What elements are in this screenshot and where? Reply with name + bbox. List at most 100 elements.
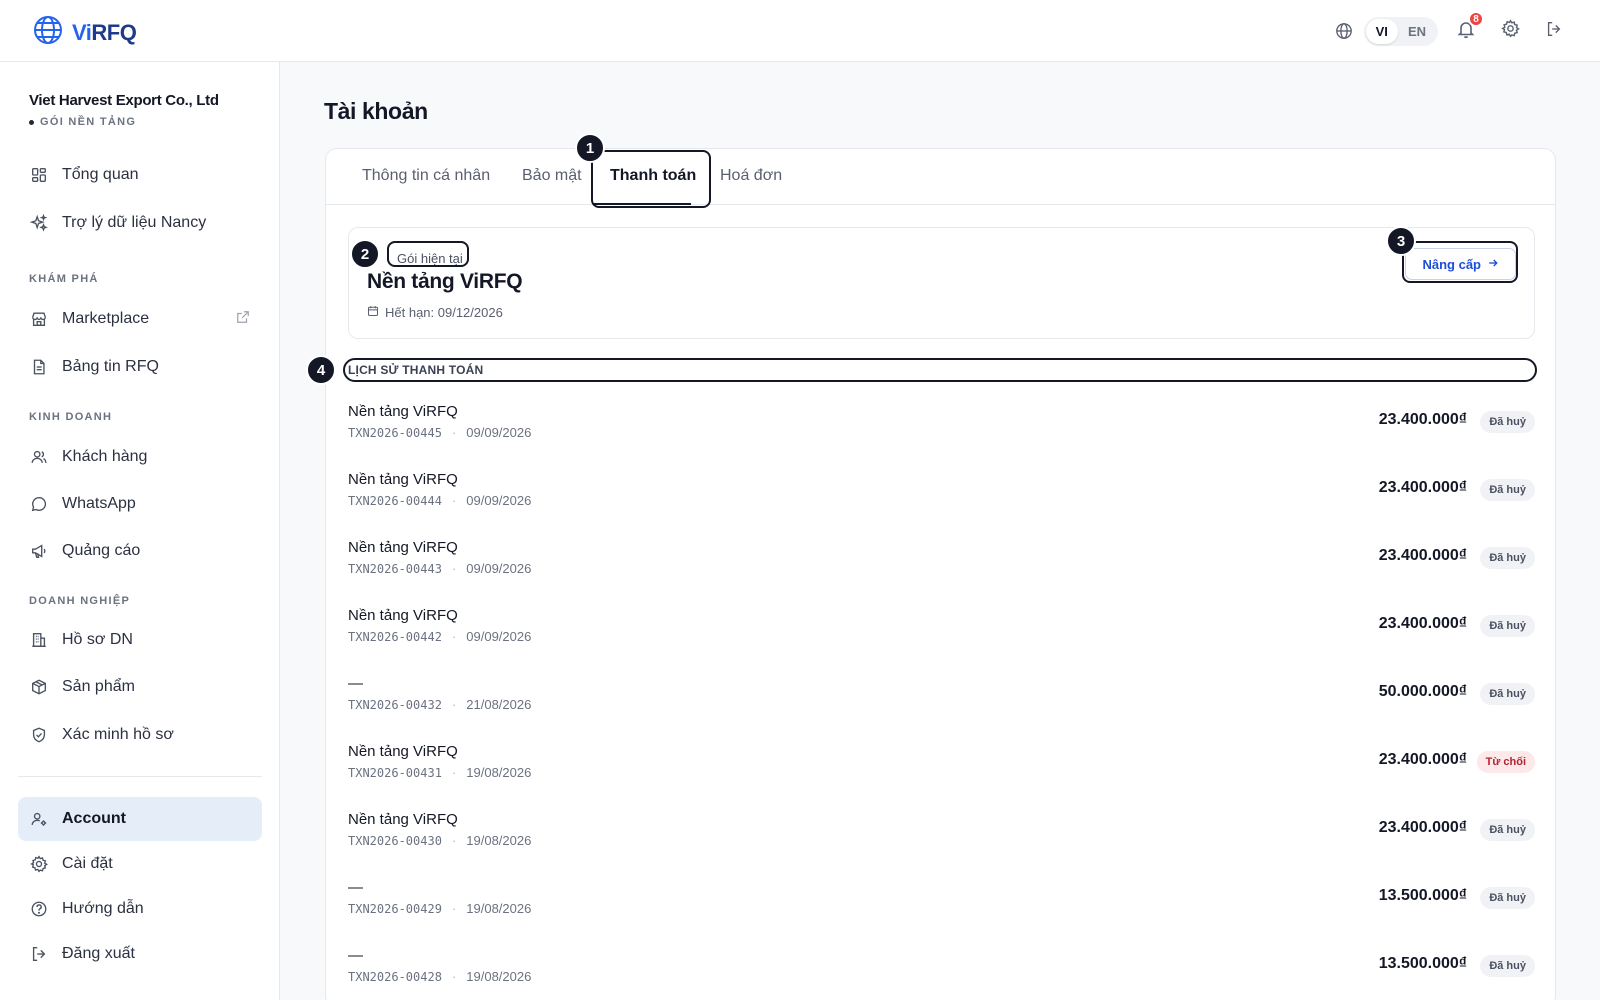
transaction-id: TXN2026-00444 [348, 493, 442, 508]
gear-icon [1500, 19, 1520, 43]
sidebar-item-label: Khách hàng [62, 448, 148, 465]
transaction-id: TXN2026-00445 [348, 425, 442, 440]
logo-text: ViRFQ [72, 19, 137, 45]
transaction-row[interactable]: — TXN2026-00432 · 21/08/2026 50.000.000₫ Đã h… [348, 675, 1535, 741]
section-label-business: KINH DOANH [29, 411, 113, 423]
sidebar-item-overview[interactable]: Tổng quan [18, 153, 262, 197]
tab-payment[interactable]: Thanh toán [610, 167, 696, 185]
transaction-row[interactable]: Nền tảng ViRFQ TXN2026-00443 · 09/09/2026 23… [348, 539, 1535, 605]
transaction-date: 21/08/2026 [466, 697, 532, 712]
separator-dot: · [451, 425, 457, 440]
transaction-row[interactable]: Nền tảng ViRFQ TXN2026-00431 · 19/08/2026 23… [348, 743, 1535, 809]
page-title: Tài khoản [324, 98, 428, 124]
transaction-id: TXN2026-00430 [348, 833, 442, 848]
sidebar-item-label: Marketplace [62, 310, 150, 327]
separator-dot: · [451, 561, 457, 576]
tab-security[interactable]: Bảo mật [522, 167, 582, 185]
transaction-date: 09/09/2026 [466, 493, 532, 508]
transaction-title: — [348, 879, 363, 896]
users-icon [29, 447, 49, 467]
sidebar-item-guide[interactable]: Hướng dẫn [18, 887, 262, 931]
notification-badge: 8 [1468, 11, 1484, 27]
transaction-amount: 23.400.000₫ [1378, 819, 1467, 836]
sidebar-item-marketplace[interactable]: Marketplace [18, 297, 262, 341]
transaction-id: TXN2026-00432 [348, 697, 442, 712]
status-badge: Đã huỷ [1480, 547, 1535, 569]
separator-dot: · [451, 969, 457, 984]
sidebar-item-ads[interactable]: Quảng cáo [18, 529, 262, 573]
plan-expiry: Hết hạn: 09/12/2026 [367, 305, 503, 320]
status-badge: Đã huỷ [1480, 955, 1535, 977]
transaction-date: 09/09/2026 [466, 629, 532, 644]
sidebar-item-rfq-board[interactable]: Bảng tin RFQ [18, 345, 262, 389]
payment-history-label: LỊCH SỬ THANH TOÁN [348, 363, 484, 377]
user-settings-icon [29, 809, 49, 829]
transaction-title: — [348, 947, 363, 964]
separator-dot: · [451, 833, 457, 848]
transaction-title: Nền tảng ViRFQ [348, 403, 458, 420]
sidebar-item-label: Hướng dẫn [62, 900, 144, 917]
transaction-row[interactable]: Nền tảng ViRFQ TXN2026-00442 · 09/09/2026 23… [348, 607, 1535, 673]
transaction-row[interactable]: Nền tảng ViRFQ TXN2026-00444 · 09/09/2026 23… [348, 471, 1535, 537]
annotation-marker-2: 2 [350, 239, 380, 269]
transaction-row[interactable]: — TXN2026-00428 · 19/08/2026 13.500.000₫ Đã h… [348, 947, 1535, 1000]
transaction-title: Nền tảng ViRFQ [348, 811, 458, 828]
plan-name: Nền tảng ViRFQ [367, 270, 523, 293]
separator-dot: · [451, 765, 457, 780]
transaction-date: 19/08/2026 [466, 765, 532, 780]
sidebar: Viet Harvest Export Co., Ltd GÓI NỀN TẢN… [0, 62, 280, 1000]
transaction-title: Nền tảng ViRFQ [348, 607, 458, 624]
separator-dot: · [451, 493, 457, 508]
annotation-marker-4: 4 [306, 355, 336, 385]
logo[interactable]: ViRFQ [32, 14, 137, 51]
separator-dot: · [451, 629, 457, 644]
help-circle-icon [29, 899, 49, 919]
upgrade-button[interactable]: Nâng cấp [1405, 248, 1516, 280]
sidebar-item-logout[interactable]: Đăng xuất [18, 932, 262, 976]
settings-button[interactable] [1494, 15, 1526, 47]
language-option-en[interactable]: EN [1398, 19, 1436, 44]
sidebar-item-products[interactable]: Sản phẩm [18, 665, 262, 709]
sidebar-item-whatsapp[interactable]: WhatsApp [18, 482, 262, 526]
notification-button[interactable]: 8 [1450, 11, 1484, 47]
transaction-row[interactable]: Nền tảng ViRFQ TXN2026-00430 · 19/08/2026 23… [348, 811, 1535, 877]
transaction-amount: 23.400.000₫ [1378, 751, 1467, 768]
language-option-vi[interactable]: VI [1365, 18, 1398, 44]
transaction-id: TXN2026-00429 [348, 901, 442, 916]
sidebar-item-account[interactable]: Account [18, 797, 262, 841]
tab-invoices[interactable]: Hoá đơn [720, 167, 782, 185]
transaction-row[interactable]: — TXN2026-00429 · 19/08/2026 13.500.000₫ Đã h… [348, 879, 1535, 945]
sidebar-item-label: Trợ lý dữ liệu Nancy [62, 214, 207, 231]
top-bar: ViRFQ VI EN 8 [0, 0, 1600, 62]
company-plan: GÓI NỀN TẢNG [29, 116, 219, 128]
sidebar-item-company-profile[interactable]: Hồ sơ DN [18, 618, 262, 662]
separator-dot: · [451, 697, 457, 712]
building-icon [29, 630, 49, 650]
transaction-amount: 13.500.000₫ [1378, 887, 1467, 904]
tab-personal-info[interactable]: Thông tin cá nhân [362, 167, 490, 185]
sidebar-item-verify[interactable]: Xác minh hồ sơ [18, 713, 262, 757]
account-card: Thông tin cá nhân Bảo mật Thanh toán Hoá… [325, 148, 1556, 1000]
sidebar-item-label: Cài đặt [62, 855, 113, 872]
sidebar-item-nancy[interactable]: Trợ lý dữ liệu Nancy [18, 201, 262, 245]
megaphone-icon [29, 541, 49, 561]
transaction-id: TXN2026-00442 [348, 629, 442, 644]
transaction-amount: 23.400.000₫ [1378, 547, 1467, 564]
separator-dot: · [451, 901, 457, 916]
sidebar-item-label: Sản phẩm [62, 678, 135, 695]
sidebar-item-customers[interactable]: Khách hàng [18, 435, 262, 479]
transaction-amount: 50.000.000₫ [1378, 683, 1467, 700]
arrow-right-icon [1487, 257, 1499, 272]
annotation-marker-1: 1 [575, 133, 605, 163]
transaction-meta: TXN2026-00428 · 19/08/2026 [348, 969, 531, 984]
logout-icon [29, 944, 49, 964]
logout-button[interactable] [1538, 15, 1570, 47]
transaction-title: — [348, 675, 363, 692]
transaction-date: 19/08/2026 [466, 969, 532, 984]
transaction-row[interactable]: Nền tảng ViRFQ TXN2026-00445 · 09/09/2026 23… [348, 403, 1535, 469]
external-link-icon [236, 310, 250, 329]
current-plan-box: Gói hiện tại Nền tảng ViRFQ Hết hạn: 09/… [348, 227, 1535, 339]
globe-logo-icon [32, 14, 64, 51]
sidebar-item-settings[interactable]: Cài đặt [18, 842, 262, 886]
transaction-date: 09/09/2026 [466, 425, 532, 440]
